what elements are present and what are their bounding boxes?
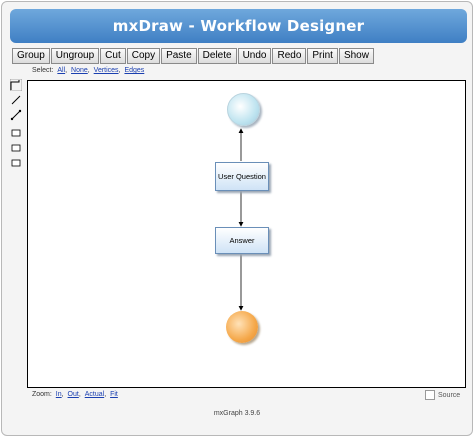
redo-button[interactable]: Redo — [272, 48, 307, 64]
app-window: mxDraw - Workflow Designer Group Ungroup… — [1, 1, 473, 436]
select-edges-link[interactable]: Edges — [124, 67, 144, 74]
start-node[interactable] — [227, 93, 260, 126]
zoom-label: Zoom: — [32, 391, 52, 398]
group-button[interactable]: Group — [12, 48, 50, 64]
zoom-in-link[interactable]: In — [56, 391, 62, 398]
rectangle-icon[interactable] — [10, 141, 22, 153]
show-button[interactable]: Show — [338, 48, 374, 64]
delete-button[interactable]: Delete — [197, 48, 237, 64]
version-footer: mxGraph 3.9.6 — [213, 410, 261, 417]
select-none-link[interactable]: None — [71, 67, 88, 74]
connector-icon[interactable] — [9, 78, 23, 92]
print-button[interactable]: Print — [307, 48, 338, 64]
source-checkbox[interactable] — [425, 390, 435, 400]
select-all-link[interactable]: All — [57, 67, 65, 74]
select-bar: Select: All, None, Vertices, Edges — [32, 67, 145, 74]
zoom-actual-link[interactable]: Actual — [85, 391, 104, 398]
user-question-label: User Question — [218, 172, 266, 181]
copy-button[interactable]: Copy — [126, 48, 161, 64]
tool-palette — [9, 78, 24, 171]
answer-label: Answer — [229, 236, 255, 245]
cut-button[interactable]: Cut — [100, 48, 126, 64]
rectangle-icon[interactable] — [10, 126, 22, 138]
user-question-node[interactable]: User Question — [215, 162, 269, 191]
answer-node[interactable]: Answer — [215, 227, 269, 254]
undo-button[interactable]: Undo — [237, 48, 272, 64]
diagram-canvas[interactable]: User Question Answer — [27, 80, 466, 388]
page-title: mxDraw - Workflow Designer — [10, 9, 467, 43]
zoom-fit-link[interactable]: Fit — [110, 391, 118, 398]
source-label: Source — [438, 391, 461, 399]
source-toggle[interactable]: Source — [425, 390, 460, 400]
zoom-bar: Zoom: In, Out, Actual, Fit — [32, 391, 118, 398]
end-node[interactable] — [226, 311, 258, 343]
select-label: Select: — [32, 67, 54, 74]
toolbar: Group Ungroup Cut Copy Paste Delete Undo… — [12, 48, 374, 64]
line-alt-icon[interactable] — [10, 108, 22, 121]
ungroup-button[interactable]: Ungroup — [50, 48, 100, 64]
zoom-out-link[interactable]: Out — [68, 391, 79, 398]
paste-button[interactable]: Paste — [161, 48, 197, 64]
rectangle-icon[interactable] — [10, 156, 22, 168]
line-icon[interactable] — [10, 93, 22, 105]
select-vertices-link[interactable]: Vertices — [94, 67, 119, 74]
